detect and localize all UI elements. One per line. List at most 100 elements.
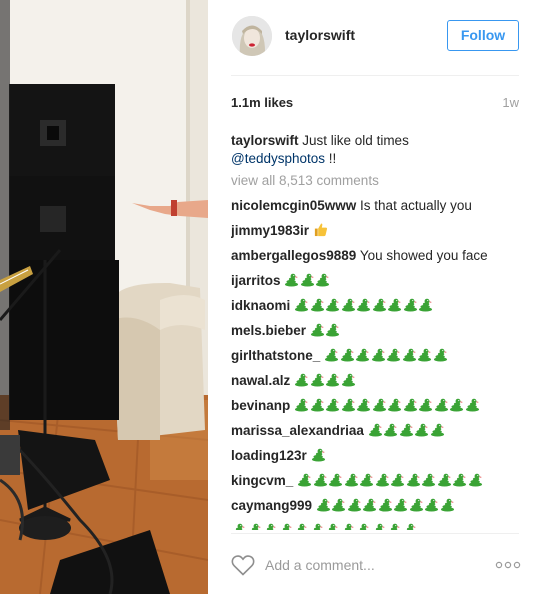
snake-icon (440, 497, 455, 512)
avatar[interactable] (232, 16, 272, 56)
comment-username[interactable]: kingcvm_ (231, 473, 293, 488)
snake-icon (437, 472, 452, 487)
snake-icon (362, 497, 377, 512)
snake-icon (403, 397, 418, 412)
snake-icon (325, 322, 340, 337)
snake-icon (325, 372, 340, 387)
comment-row: bevinanp (231, 397, 519, 422)
snake-icon (386, 347, 401, 362)
snake-icon (355, 522, 370, 530)
comment-row: idknaomi (231, 297, 519, 322)
snake-icon (325, 297, 340, 312)
snake-icon (309, 522, 324, 530)
comment-row: ijarritos (231, 272, 519, 297)
more-options-icon[interactable] (495, 561, 521, 569)
comment-username[interactable]: jimmy1983ir (231, 223, 309, 238)
comment-row: girlthatstone_ (231, 347, 519, 372)
snake-icon (375, 472, 390, 487)
comment-username[interactable]: loading123r (231, 448, 307, 463)
snake-icon (311, 447, 326, 462)
snake-icon (231, 522, 246, 530)
snake-icon (328, 472, 343, 487)
caption-mention[interactable]: @teddysphotos (231, 151, 325, 166)
comments-list: taylorswift Just like old times @teddysp… (231, 132, 519, 530)
caption-username[interactable]: taylorswift (231, 133, 299, 148)
comment-row: kingcvm_ (231, 472, 519, 497)
snake-icon (390, 472, 405, 487)
snake-icon (340, 522, 355, 530)
comment-username[interactable]: ambergallegos9889 (231, 248, 356, 263)
snake-icon (310, 397, 325, 412)
post-panel: taylorswift Follow 1.1m likes 1w taylors… (208, 0, 539, 594)
snake-icon (393, 497, 408, 512)
comment-username[interactable]: bevinanp (231, 398, 290, 413)
comment-username[interactable]: caymang999 (231, 498, 312, 513)
snake-icon (402, 347, 417, 362)
snake-icon (324, 347, 339, 362)
snake-icon (418, 397, 433, 412)
snake-icon (372, 297, 387, 312)
snake-icon (262, 522, 277, 530)
snake-icon (356, 297, 371, 312)
snake-icon (293, 522, 308, 530)
comment-text: Is that actually you (356, 198, 472, 213)
snake-icon (325, 397, 340, 412)
post-timestamp[interactable]: 1w (502, 95, 519, 110)
header-username[interactable]: taylorswift (285, 27, 355, 43)
snake-icon (371, 347, 386, 362)
comment-row (231, 522, 519, 530)
snake-icon (331, 497, 346, 512)
snake-icon (247, 522, 262, 530)
comment-username[interactable]: idknaomi (231, 298, 290, 313)
caption: taylorswift Just like old times @teddysp… (231, 132, 519, 172)
snake-icon (449, 397, 464, 412)
snake-icon (434, 397, 449, 412)
likes-count[interactable]: 1.1m likes (231, 95, 293, 110)
snake-icon (402, 522, 417, 530)
snake-icon (371, 522, 386, 530)
comment-username[interactable]: nawal.alz (231, 373, 290, 388)
snake-icon (310, 297, 325, 312)
comment-username[interactable]: girlthatstone_ (231, 348, 320, 363)
comment-username[interactable]: ijarritos (231, 273, 281, 288)
snake-icon (297, 472, 312, 487)
view-all-comments-link[interactable]: view all 8,513 comments (231, 172, 519, 197)
snake-icon (403, 297, 418, 312)
photo-illustration (0, 0, 208, 594)
snake-icon (355, 347, 370, 362)
snake-icon (344, 472, 359, 487)
snake-icon (294, 372, 309, 387)
snake-icon (316, 497, 331, 512)
snake-icon (417, 347, 432, 362)
post-header: taylorswift Follow (208, 0, 539, 76)
snake-icon (310, 322, 325, 337)
comment-username[interactable]: marissa_alexandriaa (231, 423, 364, 438)
snake-icon (430, 422, 445, 437)
snake-icon (340, 347, 355, 362)
comment-bar (208, 534, 539, 594)
likes-row: 1.1m likes 1w (231, 95, 519, 113)
post-photo[interactable] (0, 0, 208, 594)
comment-row: jimmy1983ir (231, 222, 519, 247)
avatar-image (232, 16, 272, 56)
snake-icon (383, 422, 398, 437)
snake-icon (424, 497, 439, 512)
snake-icon (359, 472, 374, 487)
snake-icon (310, 372, 325, 387)
add-comment-input[interactable] (265, 554, 475, 576)
comment-username[interactable]: nicolemcgin05www (231, 198, 356, 213)
snake-icon (378, 497, 393, 512)
snake-icon (409, 497, 424, 512)
snake-icon (387, 397, 402, 412)
comment-username[interactable]: mels.bieber (231, 323, 306, 338)
snake-icon (294, 397, 309, 412)
snake-icon (284, 272, 299, 287)
comment-text: You showed you face (356, 248, 488, 263)
follow-button[interactable]: Follow (447, 20, 519, 51)
snake-icon (278, 522, 293, 530)
comment-row: nicolemcgin05www Is that actually you (231, 197, 519, 222)
heart-icon[interactable] (231, 554, 255, 576)
header-divider (231, 75, 519, 76)
comment-row: nawal.alz (231, 372, 519, 397)
comment-row: marissa_alexandriaa (231, 422, 519, 447)
